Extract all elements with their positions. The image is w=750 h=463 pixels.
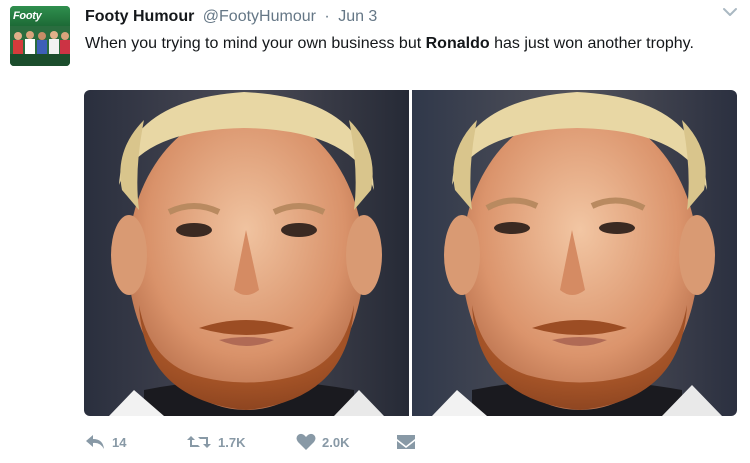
tweet-date[interactable]: Jun 3	[338, 8, 377, 25]
photo-left[interactable]	[84, 90, 409, 416]
tweet-text-bold: Ronaldo	[425, 35, 490, 52]
tweet-actions: 14 1.7K 2.0K	[84, 430, 484, 454]
retweet-icon	[187, 436, 211, 448]
author-name[interactable]: Footy Humour	[85, 8, 194, 25]
face-photo-left	[84, 90, 409, 416]
tweet-text-end: has just won another trophy.	[489, 35, 694, 52]
header-separator: ·	[324, 8, 330, 25]
like-count: 2.0K	[322, 434, 350, 450]
photo-right[interactable]	[412, 90, 737, 416]
direct-message-icon	[397, 435, 415, 449]
tweet-header: Footy Humour @FootyHumour · Jun 3	[85, 7, 377, 27]
reply-icon	[86, 435, 104, 449]
retweet-count: 1.7K	[218, 434, 246, 450]
tweet-text-start: When you trying to mind your own busines…	[85, 35, 426, 52]
avatar-players-image	[10, 26, 70, 66]
author-handle[interactable]: @FootyHumour	[203, 8, 316, 25]
face-photo-right	[412, 90, 737, 416]
like-button[interactable]: 2.0K	[296, 430, 349, 454]
chevron-down-icon[interactable]	[722, 6, 738, 18]
reply-button[interactable]: 14	[84, 430, 126, 454]
direct-message-button[interactable]	[396, 430, 416, 454]
retweet-button[interactable]: 1.7K	[186, 430, 245, 454]
avatar-logo-text: Footy	[10, 6, 70, 26]
tweet-media	[84, 90, 737, 416]
heart-icon	[296, 433, 316, 450]
avatar[interactable]: Footy	[10, 6, 70, 66]
reply-count: 14	[112, 434, 127, 450]
tweet-text: When you trying to mind your own busines…	[85, 31, 735, 56]
